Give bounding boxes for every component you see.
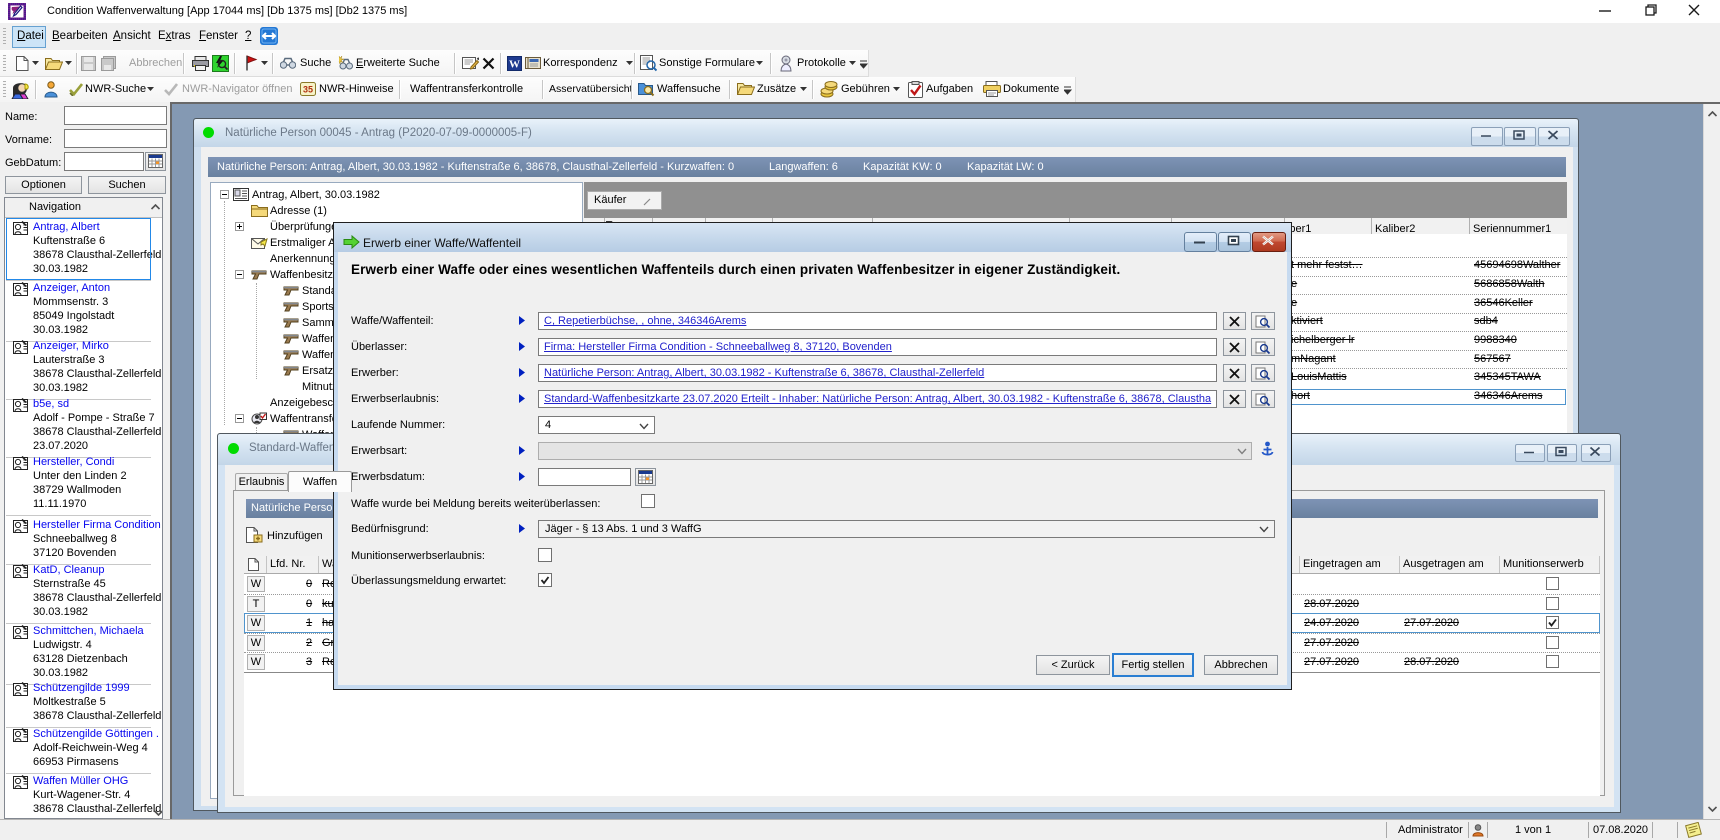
svg-text:W: W [509,59,520,71]
svg-text:35: 35 [303,85,313,95]
